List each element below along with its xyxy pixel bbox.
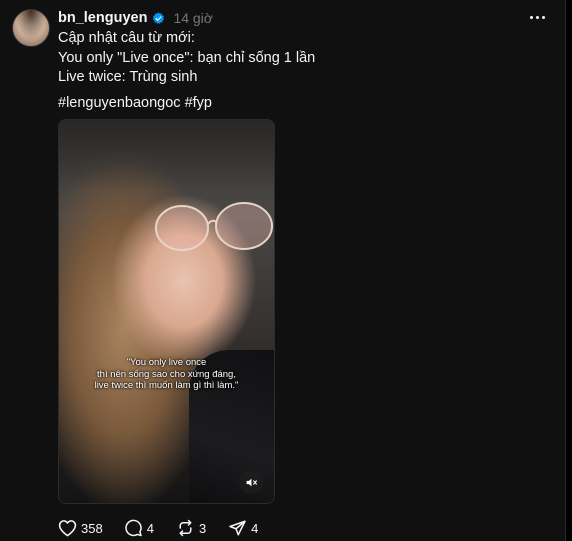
post-header: bn_lenguyen 14 giờ <box>58 9 213 27</box>
avatar-image <box>13 10 49 46</box>
like-button[interactable]: 358 <box>58 519 103 537</box>
caption-line: Live twice: Trùng sinh <box>58 69 198 85</box>
repost-icon <box>179 519 192 537</box>
verified-badge-icon <box>152 12 165 25</box>
send-icon <box>229 520 246 536</box>
like-count: 358 <box>81 520 103 536</box>
caption-line: You only "Live once": bạn chỉ sống 1 lần <box>58 49 316 66</box>
post-panel: bn_lenguyen 14 giờ Cập nhật câu từ mới: … <box>0 0 566 541</box>
glasses-graphic <box>155 202 273 251</box>
comment-count: 4 <box>146 520 154 536</box>
heart-icon <box>58 520 77 537</box>
share-button[interactable]: 4 <box>228 519 258 537</box>
subtitle-line: thì nên sống sao cho xứng đáng, <box>97 368 236 380</box>
video-subtitle: "You only live once thì nên sống sao cho… <box>59 357 274 392</box>
subtitle-line: live twice thì muốn làm gì thì làm." <box>94 380 239 391</box>
post-caption: Cập nhật câu từ mới: You only "Live once… <box>58 29 315 88</box>
avatar[interactable] <box>12 9 50 47</box>
volume-muted-icon[interactable] <box>239 470 263 494</box>
caption-line: Cập nhật câu từ mới: <box>58 30 195 46</box>
post-actions: 358 4 3 4 <box>58 518 280 538</box>
comment-icon <box>125 519 142 537</box>
repost-count: 3 <box>198 520 207 536</box>
username-link[interactable]: bn_lenguyen <box>58 10 147 26</box>
share-count: 4 <box>251 520 259 536</box>
more-options-icon[interactable] <box>527 9 547 25</box>
comment-button[interactable]: 4 <box>124 519 154 537</box>
video-player[interactable]: "You only live once thì nên sống sao cho… <box>58 119 275 504</box>
post-timestamp: 14 giờ <box>173 10 213 26</box>
repost-button[interactable]: 3 <box>176 519 206 537</box>
post-hashtags[interactable]: #lenguyenbaongoc #fyp <box>58 95 212 111</box>
subtitle-line: "You only live once <box>126 357 207 368</box>
